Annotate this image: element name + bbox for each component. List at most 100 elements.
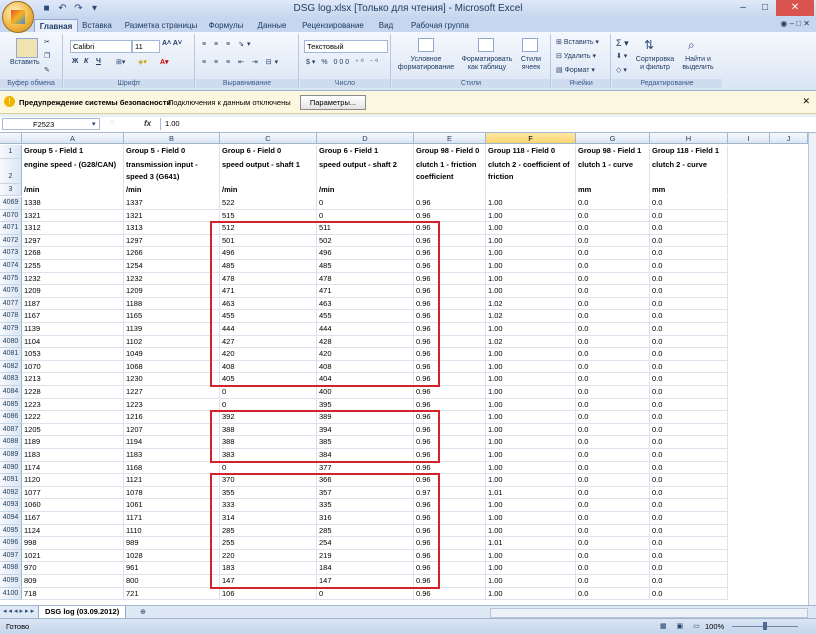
row-header[interactable]: 4093: [0, 499, 22, 512]
table-cell[interactable]: 0.96: [414, 209, 486, 223]
table-cell[interactable]: 0.96: [414, 423, 486, 437]
table-cell[interactable]: 314: [220, 512, 317, 525]
table-cell[interactable]: 485: [220, 260, 317, 273]
table-cell[interactable]: 522: [220, 197, 317, 210]
insert-function-icon[interactable]: fx: [144, 119, 151, 128]
table-cell[interactable]: 1183: [22, 449, 124, 462]
table-cell[interactable]: 0: [220, 461, 317, 475]
table-cell[interactable]: 0.0: [650, 499, 728, 512]
column-header-f[interactable]: F: [486, 133, 576, 144]
table-cell[interactable]: 0.96: [414, 436, 486, 449]
table-cell[interactable]: 1028: [124, 549, 220, 563]
conditional-format-button[interactable]: Условное форматирование: [396, 56, 456, 72]
table-cell[interactable]: 0.0: [576, 260, 650, 273]
row-header[interactable]: 4095: [0, 524, 22, 538]
header-cell[interactable]: speed output - shaft 1: [220, 159, 317, 184]
table-cell[interactable]: 0.0: [650, 474, 728, 487]
table-cell[interactable]: 496: [317, 247, 414, 260]
header-cell[interactable]: speed output - shaft 2: [317, 159, 414, 184]
table-cell[interactable]: 0.0: [576, 499, 650, 512]
row-header[interactable]: 4072: [0, 234, 22, 248]
row-header[interactable]: 4069: [0, 197, 22, 210]
row-header[interactable]: 4099: [0, 575, 22, 588]
table-cell[interactable]: 316: [317, 512, 414, 525]
table-cell[interactable]: 1068: [124, 360, 220, 374]
table-cell[interactable]: 1021: [22, 549, 124, 563]
row-header[interactable]: 4083: [0, 373, 22, 386]
table-cell[interactable]: 1174: [22, 461, 124, 475]
table-cell[interactable]: 1.00: [486, 549, 576, 563]
table-cell[interactable]: 0.96: [414, 285, 486, 298]
table-cell[interactable]: 0.0: [650, 335, 728, 349]
table-cell[interactable]: 0.0: [576, 285, 650, 298]
table-cell[interactable]: 357: [317, 486, 414, 500]
table-cell[interactable]: 0.0: [650, 360, 728, 374]
table-cell[interactable]: 0: [317, 209, 414, 223]
table-cell[interactable]: 1230: [124, 373, 220, 386]
table-cell[interactable]: 0.0: [650, 222, 728, 235]
cell-styles-button[interactable]: Стили ячеек: [516, 56, 546, 72]
table-cell[interactable]: 1189: [22, 436, 124, 449]
table-cell[interactable]: 1078: [124, 486, 220, 500]
table-cell[interactable]: 1.00: [486, 587, 576, 601]
table-cell[interactable]: 285: [220, 524, 317, 538]
table-cell[interactable]: 400: [317, 386, 414, 399]
table-cell[interactable]: 1194: [124, 436, 220, 449]
select-all-corner[interactable]: [0, 133, 22, 144]
table-cell[interactable]: 0.0: [576, 512, 650, 525]
table-cell[interactable]: 0.96: [414, 461, 486, 475]
table-cell[interactable]: 1165: [124, 310, 220, 323]
table-cell[interactable]: 1124: [22, 524, 124, 538]
header-cell[interactable]: Group 6 - Field 0: [220, 145, 317, 159]
table-cell[interactable]: 809: [22, 575, 124, 588]
table-cell[interactable]: 1183: [124, 449, 220, 462]
sheet-nav-icons[interactable]: ◂◂◂▸▸▸: [3, 607, 36, 615]
insert-cells-button[interactable]: ⊞ Вставить ▾: [556, 38, 599, 46]
row-header[interactable]: 4084: [0, 386, 22, 399]
table-cell[interactable]: 444: [317, 323, 414, 336]
table-cell[interactable]: 255: [220, 537, 317, 550]
table-cell[interactable]: 1168: [124, 461, 220, 475]
table-cell[interactable]: 1.00: [486, 398, 576, 412]
table-cell[interactable]: 478: [220, 272, 317, 286]
row-header[interactable]: 4096: [0, 537, 22, 550]
table-cell[interactable]: 408: [317, 360, 414, 374]
cut-icon[interactable]: ✂: [44, 38, 50, 46]
insert-sheet-icon[interactable]: ⊕: [140, 608, 146, 616]
table-cell[interactable]: 998: [22, 537, 124, 550]
column-header-a[interactable]: A: [22, 133, 124, 144]
table-cell[interactable]: 0.0: [576, 562, 650, 575]
borders-icon[interactable]: ⊞▾: [116, 58, 125, 66]
table-cell[interactable]: 1110: [124, 524, 220, 538]
row-header[interactable]: 4087: [0, 423, 22, 437]
row-header[interactable]: 4091: [0, 474, 22, 487]
header-cell[interactable]: /min: [22, 184, 124, 196]
table-cell[interactable]: 1070: [22, 360, 124, 374]
table-cell[interactable]: 388: [220, 436, 317, 449]
table-cell[interactable]: 405: [220, 373, 317, 386]
header-cell[interactable]: engine speed - (G28/CAN): [22, 159, 124, 184]
table-cell[interactable]: 0.0: [576, 323, 650, 336]
table-cell[interactable]: 254: [317, 537, 414, 550]
table-cell[interactable]: 718: [22, 587, 124, 601]
table-cell[interactable]: 1313: [124, 222, 220, 235]
table-cell[interactable]: 0.0: [576, 575, 650, 588]
table-cell[interactable]: 333: [220, 499, 317, 512]
table-cell[interactable]: 1.00: [486, 360, 576, 374]
table-cell[interactable]: 1.00: [486, 373, 576, 386]
table-cell[interactable]: 1205: [22, 423, 124, 437]
row-header[interactable]: 4082: [0, 360, 22, 374]
table-cell[interactable]: 1.00: [486, 562, 576, 575]
table-cell[interactable]: 0.0: [650, 524, 728, 538]
row-header[interactable]: 4071: [0, 222, 22, 235]
table-cell[interactable]: 0.0: [576, 386, 650, 399]
name-box[interactable]: F2523: [2, 118, 100, 130]
security-options-button[interactable]: Параметры...: [300, 95, 366, 110]
table-cell[interactable]: 1228: [22, 386, 124, 399]
table-cell[interactable]: 1187: [22, 297, 124, 311]
table-cell[interactable]: 0.0: [650, 587, 728, 601]
header-cell[interactable]: clutch 1 - curve: [576, 159, 650, 184]
table-cell[interactable]: 1171: [124, 512, 220, 525]
table-cell[interactable]: 0.0: [650, 285, 728, 298]
table-cell[interactable]: 1.00: [486, 260, 576, 273]
